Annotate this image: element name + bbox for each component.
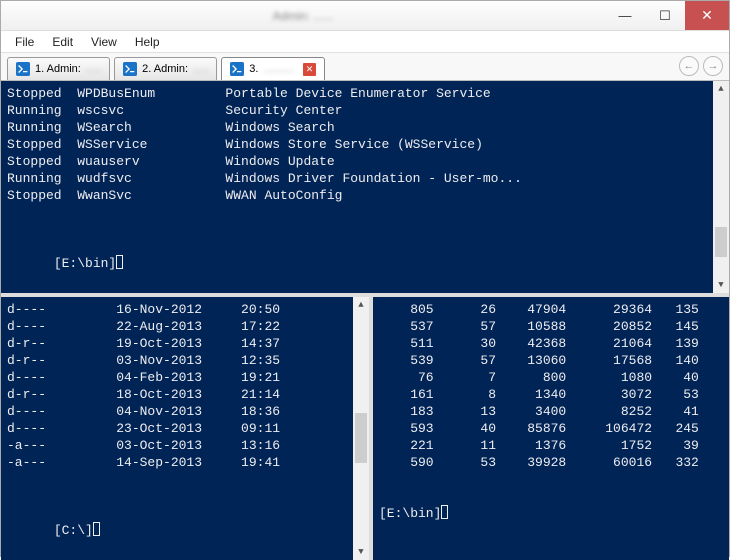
- top-terminal[interactable]: Stopped WPDBusEnum Portable Device Enume…: [1, 81, 729, 293]
- cursor: [116, 255, 123, 269]
- cursor: [441, 505, 448, 519]
- tab-1-label: 1. Admin:: [35, 63, 81, 75]
- scrollbar[interactable]: ▲ ▼: [353, 297, 369, 560]
- scroll-thumb[interactable]: [715, 227, 727, 257]
- tab-3-suffix: ..........: [263, 63, 294, 75]
- top-pane-row: Stopped WPDBusEnum Portable Device Enume…: [1, 81, 729, 293]
- tab-3[interactable]: 3. .......... ✕: [221, 57, 325, 80]
- window-buttons: — ☐ ✕: [605, 1, 729, 30]
- nav-forward-button[interactable]: →: [703, 56, 723, 76]
- tab-2[interactable]: 2. Admin: .....: [114, 57, 217, 80]
- powershell-icon: [230, 62, 244, 76]
- powershell-icon: [16, 62, 30, 76]
- cursor: [93, 522, 100, 536]
- tab-1[interactable]: 1. Admin: .....: [7, 57, 110, 80]
- scroll-up-icon[interactable]: ▲: [713, 81, 729, 97]
- minimize-button[interactable]: —: [605, 1, 645, 30]
- tab-3-label: 3.: [249, 63, 258, 75]
- powershell-icon: [123, 62, 137, 76]
- maximize-button[interactable]: ☐: [645, 1, 685, 30]
- menu-edit[interactable]: Edit: [44, 33, 81, 51]
- prompt: [E:\bin]: [54, 256, 116, 271]
- prompt: [E:\bin]: [379, 506, 441, 521]
- window-title: Admin: ......: [1, 9, 605, 23]
- scroll-down-icon[interactable]: ▼: [713, 277, 729, 293]
- tab-close-icon[interactable]: ✕: [303, 63, 316, 76]
- close-button[interactable]: ✕: [685, 1, 729, 30]
- menu-bar: File Edit View Help: [1, 31, 729, 53]
- bottom-pane-row: d---- 16-Nov-2012 20:50 d---- 22-Aug-201…: [1, 293, 729, 560]
- panes-container: Stopped WPDBusEnum Portable Device Enume…: [1, 81, 729, 556]
- left-terminal[interactable]: d---- 16-Nov-2012 20:50 d---- 22-Aug-201…: [1, 297, 369, 560]
- title-bar: Admin: ...... — ☐ ✕: [1, 1, 729, 31]
- scroll-up-icon[interactable]: ▲: [353, 297, 369, 313]
- prompt: [C:\]: [54, 523, 93, 538]
- scrollbar[interactable]: ▲ ▼: [713, 81, 729, 293]
- tab-2-suffix: .....: [193, 63, 208, 75]
- nav-buttons: ← →: [679, 56, 723, 76]
- right-terminal[interactable]: 805 26 47904 29364 135 537 57 10588 2085…: [369, 297, 729, 560]
- tab-2-label: 2. Admin:: [142, 63, 188, 75]
- tab-1-suffix: .....: [86, 63, 101, 75]
- scroll-track[interactable]: [713, 97, 729, 277]
- scroll-track[interactable]: [353, 313, 369, 544]
- menu-view[interactable]: View: [83, 33, 125, 51]
- tab-strip: 1. Admin: ..... 2. Admin: ..... 3. .....…: [1, 53, 729, 81]
- scroll-down-icon[interactable]: ▼: [353, 544, 369, 560]
- nav-back-button[interactable]: ←: [679, 56, 699, 76]
- menu-file[interactable]: File: [7, 33, 42, 51]
- scroll-thumb[interactable]: [355, 413, 367, 463]
- menu-help[interactable]: Help: [127, 33, 168, 51]
